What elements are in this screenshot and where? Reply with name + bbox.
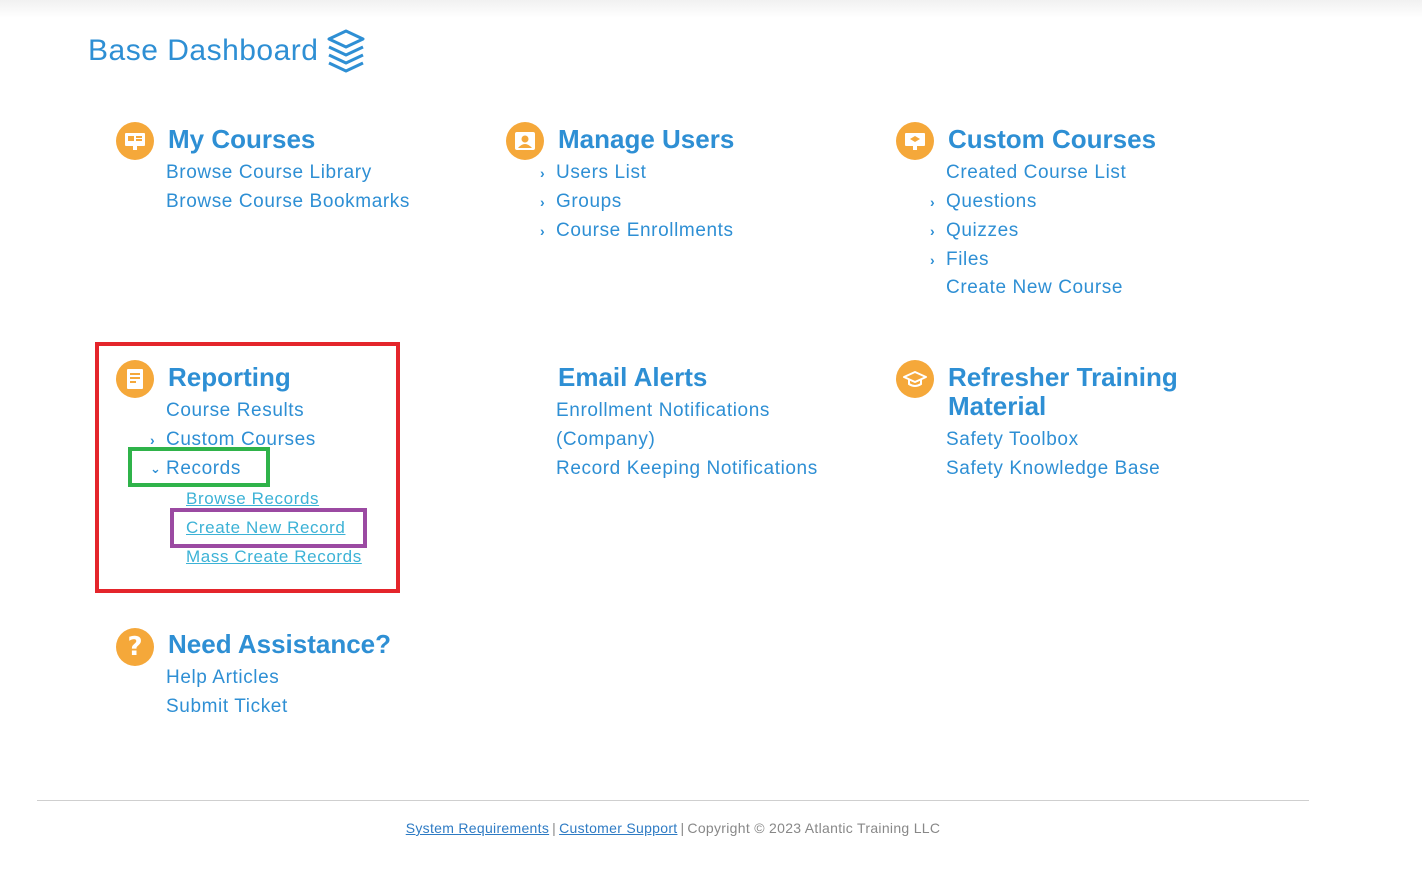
email-alerts-title[interactable]: Email Alerts [558,363,707,392]
browse-course-bookmarks-link[interactable]: Browse Course Bookmarks [166,191,410,213]
chevron-right-icon[interactable]: › [540,162,545,184]
footer-divider [37,800,1309,801]
highlight-box-create-new-record [170,508,367,548]
safety-knowledge-base-link[interactable]: Safety Knowledge Base [946,458,1160,480]
submit-ticket-link[interactable]: Submit Ticket [166,696,288,718]
user-card-icon [506,122,544,160]
top-shadow [0,0,1422,18]
manage-users-title[interactable]: Manage Users [558,125,734,154]
files-link[interactable]: Files [946,249,989,271]
refresher-training-title-line1[interactable]: Refresher Training [948,363,1178,392]
chevron-right-icon[interactable]: › [930,191,935,213]
copyright-text: Copyright © 2023 Atlantic Training LLC [687,820,941,836]
browse-course-library-link[interactable]: Browse Course Library [166,162,372,184]
help-articles-link[interactable]: Help Articles [166,667,279,689]
course-enrollments-link[interactable]: Course Enrollments [556,220,734,242]
question-mark-icon: ? [116,628,154,666]
questions-link[interactable]: Questions [946,191,1037,213]
graduation-cap-icon [896,360,934,398]
need-assistance-title[interactable]: Need Assistance? [168,630,391,659]
page-title: Base Dashboard [88,34,319,67]
footer: System Requirements | Customer Support | Cop… [0,820,1346,836]
chevron-right-icon[interactable]: › [930,220,935,242]
system-requirements-link[interactable]: System Requirements [406,820,549,836]
course-library-icon [116,122,154,160]
groups-link[interactable]: Groups [556,191,622,213]
refresher-training-title-line2[interactable]: Material [948,392,1046,421]
highlight-box-records [128,447,270,487]
chevron-right-icon[interactable]: › [540,191,545,213]
customer-support-link[interactable]: Customer Support [559,820,677,836]
create-new-course-link[interactable]: Create New Course [946,277,1123,299]
chevron-right-icon[interactable]: › [540,220,545,242]
chevron-right-icon[interactable]: › [930,249,935,271]
enrollment-notifications-link[interactable]: Enrollment Notifications [556,400,770,422]
custom-courses-title[interactable]: Custom Courses [948,125,1156,154]
presentation-board-icon [896,122,934,160]
created-course-list-link[interactable]: Created Course List [946,162,1126,184]
quizzes-link[interactable]: Quizzes [946,220,1019,242]
stack-layers-icon [327,29,365,73]
footer-separator: | [680,820,685,836]
dashboard-header: Base Dashboard [88,28,366,74]
record-keeping-notifications-link[interactable]: Record Keeping Notifications [556,458,818,480]
my-courses-title[interactable]: My Courses [168,125,315,154]
enrollment-notifications-company-link[interactable]: (Company) [556,429,655,451]
footer-separator: | [552,820,557,836]
users-list-link[interactable]: Users List [556,162,646,184]
safety-toolbox-link[interactable]: Safety Toolbox [946,429,1079,451]
